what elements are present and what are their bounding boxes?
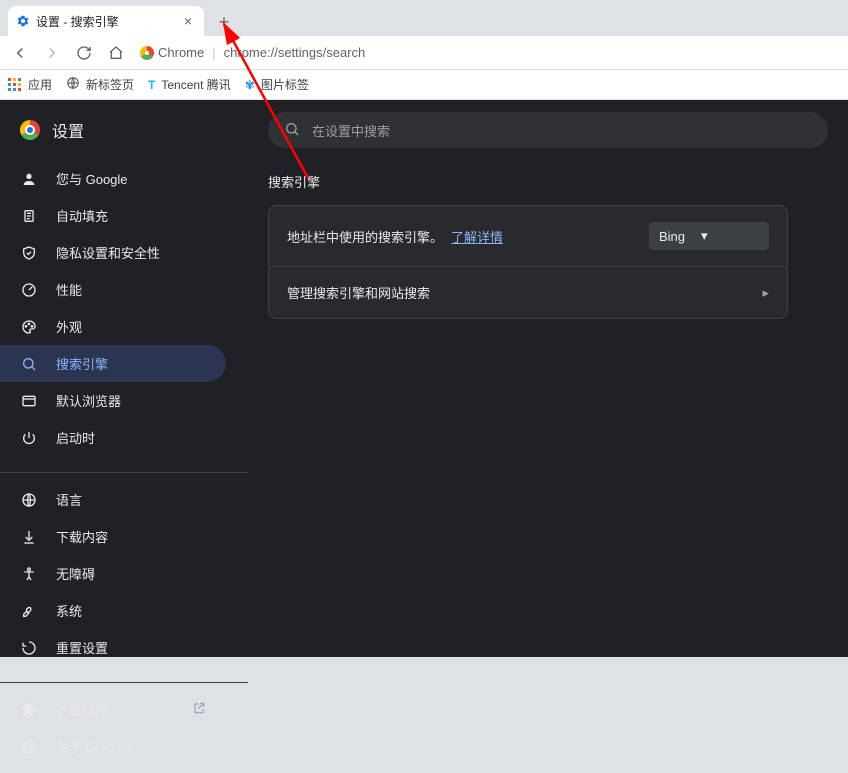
shield-icon — [20, 245, 38, 261]
search-icon — [20, 356, 38, 372]
select-value: Bing — [659, 229, 685, 244]
browser-toolbar: Chrome | chrome://settings/search — [0, 36, 848, 70]
browser-icon — [20, 393, 38, 409]
download-icon — [20, 529, 38, 545]
gear-icon — [16, 14, 30, 28]
search-engine-card: 地址栏中使用的搜索引擎。 了解详情 Bing ▾ 管理搜索引擎和网站搜索 ▸ — [268, 205, 788, 319]
sidebar-item-autofill[interactable]: 自动填充 — [0, 197, 226, 234]
gauge-icon — [20, 282, 38, 298]
sidebar-item-about[interactable]: 关于 Chrome — [0, 728, 226, 765]
settings-header: 设置 — [0, 112, 248, 160]
power-icon — [20, 430, 38, 446]
puzzle-icon — [20, 702, 38, 718]
sidebar-item-reset[interactable]: 重置设置 — [0, 629, 226, 666]
learn-more-link[interactable]: 了解详情 — [451, 227, 503, 246]
sidebar-item-appearance[interactable]: 外观 — [0, 308, 226, 345]
settings-title: 设置 — [52, 118, 84, 142]
globe-icon — [20, 492, 38, 508]
close-tab-icon[interactable]: × — [180, 14, 196, 28]
settings-page: 设置 您与 Google 自动填充 隐私设置和安全性 性能 外观 — [0, 100, 848, 657]
apps-shortcut[interactable]: 应用 — [8, 76, 52, 93]
reload-button[interactable] — [72, 41, 96, 65]
settings-main: 在设置中搜索 搜索引擎 地址栏中使用的搜索引擎。 了解详情 Bing ▾ 管理搜… — [248, 100, 848, 657]
sidebar-item-extensions[interactable]: 扩展程序 — [0, 691, 226, 728]
section-title: 搜索引擎 — [268, 172, 788, 191]
tab-title: 设置 - 搜索引擎 — [36, 13, 174, 30]
new-tab-button[interactable]: + — [210, 8, 238, 36]
sidebar-item-downloads[interactable]: 下载内容 — [0, 518, 226, 555]
chevron-right-icon: ▸ — [762, 285, 769, 301]
back-button[interactable] — [8, 41, 32, 65]
wrench-icon — [20, 603, 38, 619]
omnibox-url: chrome://settings/search — [224, 45, 366, 60]
reset-icon — [20, 640, 38, 656]
sidebar-item-search-engine[interactable]: 搜索引擎 — [0, 345, 226, 382]
tab-strip: 设置 - 搜索引擎 × + — [0, 0, 848, 36]
settings-sidebar: 设置 您与 Google 自动填充 隐私设置和安全性 性能 外观 — [0, 100, 248, 657]
bookmarks-bar: 应用 新标签页 T Tencent 腾讯 ✾ 图片标签 — [0, 70, 848, 100]
search-placeholder: 在设置中搜索 — [312, 121, 390, 140]
row-text: 地址栏中使用的搜索引擎。 — [287, 227, 443, 246]
bookmark-item[interactable]: 新标签页 — [66, 76, 134, 93]
person-icon — [20, 171, 38, 187]
browser-tab[interactable]: 设置 - 搜索引擎 × — [8, 6, 204, 36]
globe-icon — [66, 76, 80, 93]
sidebar-item-privacy[interactable]: 隐私设置和安全性 — [0, 234, 226, 271]
settings-search[interactable]: 在设置中搜索 — [268, 112, 828, 148]
search-engine-used-row: 地址栏中使用的搜索引擎。 了解详情 Bing ▾ — [269, 206, 787, 266]
chrome-outline-icon — [20, 739, 38, 755]
settings-content: 搜索引擎 地址栏中使用的搜索引擎。 了解详情 Bing ▾ 管理搜索引擎和网站搜… — [248, 148, 808, 343]
address-bar[interactable]: Chrome | chrome://settings/search — [136, 45, 840, 60]
search-engine-select[interactable]: Bing ▾ — [649, 222, 769, 250]
sidebar-divider — [0, 682, 248, 683]
row-text: 管理搜索引擎和网站搜索 — [287, 283, 430, 302]
accessibility-icon — [20, 566, 38, 582]
sidebar-item-languages[interactable]: 语言 — [0, 481, 226, 518]
palette-icon — [20, 319, 38, 335]
sidebar-item-default-browser[interactable]: 默认浏览器 — [0, 382, 226, 419]
chevron-down-icon: ▾ — [701, 228, 708, 244]
clipboard-icon — [20, 208, 38, 224]
tencent-icon: T — [148, 78, 155, 92]
sidebar-item-on-startup[interactable]: 启动时 — [0, 419, 226, 456]
bookmark-item[interactable]: ✾ 图片标签 — [245, 76, 309, 93]
sidebar-item-you-and-google[interactable]: 您与 Google — [0, 160, 226, 197]
chrome-logo-icon — [20, 120, 40, 140]
manage-search-engines-row[interactable]: 管理搜索引擎和网站搜索 ▸ — [269, 266, 787, 318]
apps-grid-icon — [8, 78, 22, 92]
chrome-logo-icon: Chrome — [140, 45, 204, 60]
paw-icon: ✾ — [245, 78, 255, 92]
launch-icon — [192, 701, 206, 718]
sidebar-item-performance[interactable]: 性能 — [0, 271, 226, 308]
bookmark-item[interactable]: T Tencent 腾讯 — [148, 76, 231, 93]
sidebar-item-accessibility[interactable]: 无障碍 — [0, 555, 226, 592]
forward-button[interactable] — [40, 41, 64, 65]
sidebar-divider — [0, 472, 248, 473]
sidebar-item-system[interactable]: 系统 — [0, 592, 226, 629]
home-button[interactable] — [104, 41, 128, 65]
search-icon — [284, 121, 300, 140]
omnibox-prefix: Chrome — [158, 45, 204, 60]
